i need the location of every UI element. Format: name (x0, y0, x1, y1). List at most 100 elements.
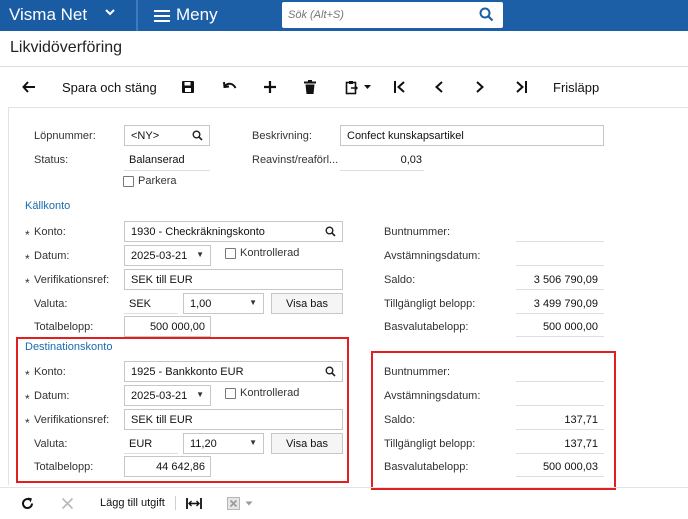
caret-down-icon (364, 85, 371, 89)
destination-summary-highlight-box (371, 351, 616, 490)
hamburger-icon (154, 7, 170, 25)
description-field[interactable]: Confect kunskapsartikel (340, 125, 604, 146)
source-view-base-button[interactable]: Visa bas (271, 293, 343, 314)
source-available-underline (516, 313, 604, 314)
refresh-button[interactable] (21, 492, 34, 514)
remove-row-button[interactable] (61, 492, 74, 514)
caret-down-icon: ▼ (249, 298, 257, 307)
status-label: Status: (34, 154, 69, 166)
number-field[interactable]: <NY> (124, 125, 210, 146)
previous-record-button[interactable] (434, 74, 444, 100)
toolbar: Spara och stäng Frisläpp (0, 74, 688, 100)
source-batch-underline (516, 241, 604, 242)
back-button[interactable] (21, 74, 37, 100)
clipboard-icon (345, 80, 359, 94)
source-account-value: 1930 - Checkräkningskonto (131, 226, 265, 238)
last-record-button[interactable] (515, 74, 528, 100)
next-record-button[interactable] (475, 74, 485, 100)
source-total-label: Totalbelopp: (34, 321, 94, 333)
search-icon[interactable] (479, 7, 494, 25)
menu-button[interactable]: Meny (154, 0, 218, 31)
source-ref-label: Verifikationsref: (34, 274, 110, 286)
source-balance-underline (516, 289, 604, 290)
top-bar-divider (136, 0, 138, 31)
top-bar: Visma Net Meny (0, 0, 688, 31)
bottom-toolbar-divider (175, 496, 176, 510)
copy-paste-menu[interactable] (345, 74, 372, 100)
hold-label: Parkera (138, 175, 177, 187)
status-underline (124, 170, 210, 171)
number-value: <NY> (131, 130, 160, 142)
number-label: Löpnummer: (34, 130, 96, 142)
refresh-icon (22, 497, 34, 509)
source-currency-label: Valuta: (34, 298, 68, 310)
source-balance-label: Saldo: (384, 274, 416, 286)
hold-checkbox[interactable] (123, 176, 134, 187)
source-ref-field[interactable]: SEK till EUR (124, 269, 343, 290)
add-button[interactable] (263, 74, 277, 100)
required-marker: * (25, 228, 30, 242)
source-date-value: 2025-03-21 (131, 250, 188, 262)
source-account-label: Konto: (34, 226, 66, 238)
source-recon-label: Avstämningsdatum: (384, 250, 481, 262)
brand-switcher[interactable]: Visma Net (0, 0, 136, 31)
fit-width-icon (186, 497, 202, 509)
menu-label: Meny (176, 5, 218, 24)
last-page-icon (516, 81, 527, 93)
page-title: Likvidöverföring (10, 39, 123, 56)
source-base-value: 500 000,00 (542, 321, 598, 333)
source-balance-value: 3 506 790,09 (533, 274, 598, 286)
source-rate-field[interactable]: 1,00 ▼ (183, 293, 264, 314)
description-value: Confect kunskapsartikel (347, 130, 464, 142)
source-ref-value: SEK till EUR (131, 274, 193, 286)
chevron-left-icon (435, 81, 443, 93)
chevron-right-icon (476, 81, 484, 93)
description-label: Beskrivning: (252, 130, 312, 142)
required-marker: * (25, 276, 30, 290)
source-cleared-checkbox[interactable] (225, 248, 236, 259)
add-expense-button[interactable]: Lägg till utgift (100, 492, 165, 514)
excel-icon (227, 496, 240, 510)
chevron-down-icon (104, 6, 116, 21)
brand-label: Visma Net (9, 5, 88, 24)
export-excel-menu[interactable] (227, 492, 253, 514)
source-cleared-label: Kontrollerad (240, 247, 300, 259)
close-icon (61, 497, 74, 509)
source-date-field[interactable]: 2025-03-21 ▼ (124, 245, 211, 266)
release-button[interactable]: Frisläpp (553, 74, 599, 100)
source-account-field[interactable]: 1930 - Checkräkningskonto (124, 221, 343, 242)
trash-icon (304, 80, 316, 94)
search-box (282, 2, 503, 28)
source-base-label: Basvalutabelopp: (384, 321, 469, 333)
source-section-title: Källkonto (25, 200, 71, 212)
rga-label: Reavinst/reaförl... (252, 154, 339, 166)
save-icon (182, 81, 194, 93)
source-available-value: 3 499 790,09 (533, 298, 598, 310)
arrow-left-icon (22, 81, 35, 93)
source-currency-value: SEK (129, 298, 152, 310)
search-input[interactable] (282, 2, 467, 28)
status-value: Balanserad (129, 154, 185, 166)
required-marker: * (25, 252, 30, 266)
fit-columns-button[interactable] (186, 492, 202, 514)
undo-button[interactable] (222, 74, 238, 100)
source-recon-underline (516, 265, 604, 266)
search-icon[interactable] (192, 130, 203, 144)
search-icon[interactable] (325, 226, 336, 240)
caret-down-icon: ▼ (196, 250, 204, 259)
source-total-field[interactable]: 500 000,00 (124, 316, 211, 337)
source-currency-underline (124, 313, 178, 314)
source-base-underline (516, 336, 604, 337)
source-date-label: Datum: (34, 250, 70, 262)
grid-toolbar-divider (0, 487, 688, 488)
first-record-button[interactable] (393, 74, 406, 100)
delete-button[interactable] (304, 74, 316, 100)
source-available-label: Tillgängligt belopp: (384, 298, 476, 310)
undo-icon (223, 81, 237, 89)
source-rate-value: 1,00 (190, 298, 212, 310)
save-and-close-button[interactable]: Spara och stäng (62, 74, 157, 100)
destination-highlight-box (16, 337, 349, 483)
source-batch-label: Buntnummer: (384, 226, 451, 238)
rga-value: 0,03 (400, 154, 422, 166)
save-button[interactable] (181, 74, 195, 100)
